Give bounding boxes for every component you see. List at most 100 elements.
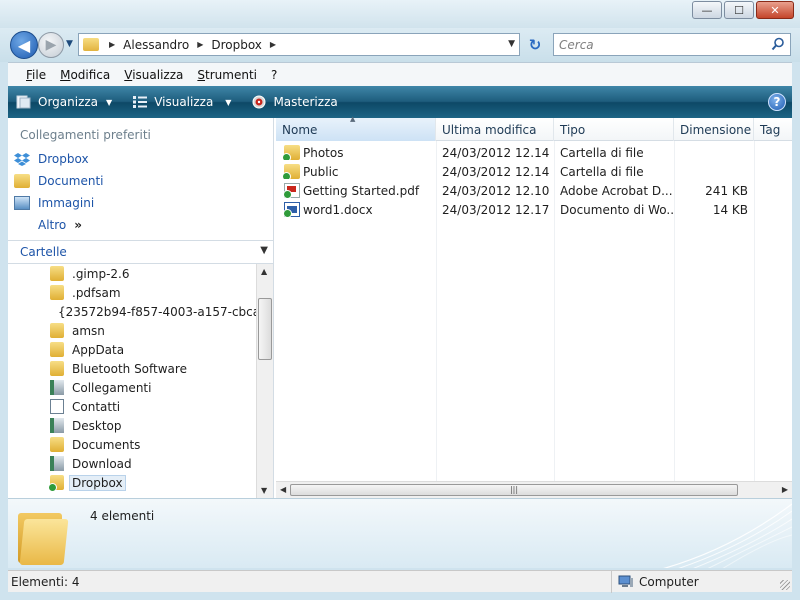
file-list-pane: ▲ Nome Ultima modifica Tipo Dimensione T… (276, 115, 792, 498)
refresh-button[interactable]: ↻ (524, 33, 546, 56)
column-header-label: Tag (760, 122, 781, 137)
organize-button[interactable]: Organizza ▼ (16, 95, 112, 109)
search-input[interactable]: Cerca (553, 33, 791, 56)
organize-label: Organizza (38, 95, 99, 109)
minimize-button[interactable]: — (692, 1, 722, 19)
file-row[interactable]: Public 24/03/2012 12.14 Cartella di file (276, 162, 792, 181)
scroll-right-arrow-icon[interactable]: ▶ (782, 485, 788, 494)
column-header-tag[interactable]: Tag (754, 118, 792, 141)
downloads-folder-icon (50, 456, 64, 471)
desktop-folder-icon (50, 418, 64, 433)
column-header-size[interactable]: Dimensione (674, 118, 754, 141)
tree-item-label: Download (72, 456, 132, 471)
file-modified: 24/03/2012 12.17 (442, 202, 550, 217)
explorer-content: Collegamenti preferiti Dropbox Documenti… (8, 115, 792, 498)
menu-visualizza[interactable]: Visualizza (124, 68, 183, 82)
maximize-button[interactable]: ☐ (724, 1, 754, 19)
favorite-immagini[interactable]: Immagini (14, 192, 104, 214)
tree-vertical-scrollbar[interactable]: ▲ ▼ (256, 264, 273, 498)
resize-grip[interactable] (780, 580, 790, 590)
column-header-modified[interactable]: Ultima modifica (436, 118, 554, 141)
dropbox-icon (14, 153, 30, 166)
item-count-text: 4 elementi (90, 509, 155, 523)
column-header-label: Ultima modifica (442, 122, 537, 137)
favorite-label: Immagini (38, 196, 95, 210)
file-type: Documento di Wo... (560, 202, 674, 217)
documents-folder-icon (14, 174, 30, 188)
tree-item-label: Dropbox (69, 474, 126, 491)
double-chevron-icon: » (74, 218, 83, 232)
navigation-pane: Collegamenti preferiti Dropbox Documenti… (8, 118, 274, 498)
folder-icon (50, 266, 64, 281)
tree-item[interactable]: amsn (8, 321, 256, 340)
chevron-down-icon: ▼ (225, 97, 232, 107)
tree-item[interactable]: {23572b94-f857-4003-a157-cbcae32 (8, 302, 256, 321)
word-file-icon (283, 202, 300, 217)
file-row[interactable]: Photos 24/03/2012 12.14 Cartella di file (276, 143, 792, 162)
favorites-header: Collegamenti preferiti (20, 128, 151, 142)
favorite-dropbox[interactable]: Dropbox (14, 148, 104, 170)
column-header-name[interactable]: ▲ Nome (276, 115, 436, 141)
tree-item[interactable]: Download (8, 454, 256, 473)
breadcrumb-chevron-icon[interactable]: ▶ (197, 40, 203, 49)
folder-icon (50, 342, 64, 357)
favorite-documenti[interactable]: Documenti (14, 170, 104, 192)
burn-button[interactable]: Masterizza (251, 95, 338, 109)
tree-item[interactable]: Collegamenti (8, 378, 256, 397)
status-item-count: Elementi: 4 (8, 570, 612, 593)
view-label: Visualizza (154, 95, 214, 109)
column-header-type[interactable]: Tipo (554, 118, 674, 141)
menu-help[interactable]: ? (271, 68, 277, 82)
breadcrumb-alessandro[interactable]: Alessandro (123, 38, 189, 52)
scroll-up-arrow-icon[interactable]: ▲ (261, 267, 267, 276)
favorites-more-link[interactable]: Altro » (14, 214, 104, 236)
scroll-down-arrow-icon[interactable]: ▼ (261, 486, 267, 495)
address-dropdown-icon[interactable]: ▼ (508, 39, 515, 49)
details-pane: 4 elementi (8, 498, 792, 568)
back-button[interactable]: ◀ (10, 31, 38, 59)
search-icon[interactable] (771, 37, 785, 51)
contacts-folder-icon (50, 399, 64, 414)
recent-pages-dropdown[interactable]: ▼ (66, 39, 73, 49)
chevron-down-icon: ▼ (260, 245, 268, 256)
large-folder-icon (16, 505, 69, 565)
tree-item[interactable]: .gimp-2.6 (8, 264, 256, 283)
file-list-horizontal-scrollbar[interactable]: ◀ ||| ▶ (276, 481, 792, 498)
help-button[interactable]: ? (768, 93, 786, 111)
folder-icon (50, 285, 64, 300)
breadcrumb-dropbox[interactable]: Dropbox (211, 38, 262, 52)
scrollbar-thumb[interactable] (258, 298, 272, 360)
file-row[interactable]: word1.docx 24/03/2012 12.17 Documento di… (276, 200, 792, 219)
breadcrumb-chevron-icon[interactable]: ▶ (270, 40, 276, 49)
command-toolbar: Organizza ▼ Visualizza ▼ Masterizza ? (8, 86, 792, 118)
menu-strumenti[interactable]: Strumenti (197, 68, 257, 82)
address-bar[interactable]: ▶ Alessandro ▶ Dropbox ▶ ▼ (78, 33, 520, 56)
search-placeholder: Cerca (559, 37, 594, 52)
tree-item[interactable]: Desktop (8, 416, 256, 435)
tree-item[interactable]: Contatti (8, 397, 256, 416)
menu-modifica[interactable]: Modifica (60, 68, 110, 82)
computer-icon (618, 575, 633, 587)
scroll-left-arrow-icon[interactable]: ◀ (280, 485, 286, 494)
breadcrumb-chevron-icon[interactable]: ▶ (109, 40, 115, 49)
folders-label: Cartelle (20, 245, 67, 259)
folders-header[interactable]: Cartelle ▼ (8, 240, 274, 264)
view-button[interactable]: Visualizza ▼ (132, 95, 231, 109)
tree-item[interactable]: Documents (8, 435, 256, 454)
menu-file[interactable]: File (26, 68, 46, 82)
scrollbar-thumb[interactable]: ||| (290, 484, 738, 496)
close-button[interactable]: ✕ (756, 1, 794, 19)
forward-button[interactable]: ▶ (38, 32, 64, 58)
tree-item[interactable]: Bluetooth Software (8, 359, 256, 378)
tree-item-label: Desktop (72, 418, 122, 433)
tree-item[interactable]: AppData (8, 340, 256, 359)
file-row[interactable]: Getting Started.pdf 24/03/2012 12.10 Ado… (276, 181, 792, 200)
tree-item[interactable]: .pdfsam (8, 283, 256, 302)
organize-icon (16, 95, 31, 109)
column-header-label: Nome (282, 122, 318, 137)
file-type: Cartella di file (560, 164, 644, 179)
navigation-bar: ◀ ▶ ▼ ▶ Alessandro ▶ Dropbox ▶ ▼ ↻ Cerca (0, 28, 800, 62)
tree-item-selected[interactable]: Dropbox (8, 473, 256, 492)
synced-folder-icon (282, 164, 300, 179)
tree-item-label: AppData (72, 342, 125, 357)
